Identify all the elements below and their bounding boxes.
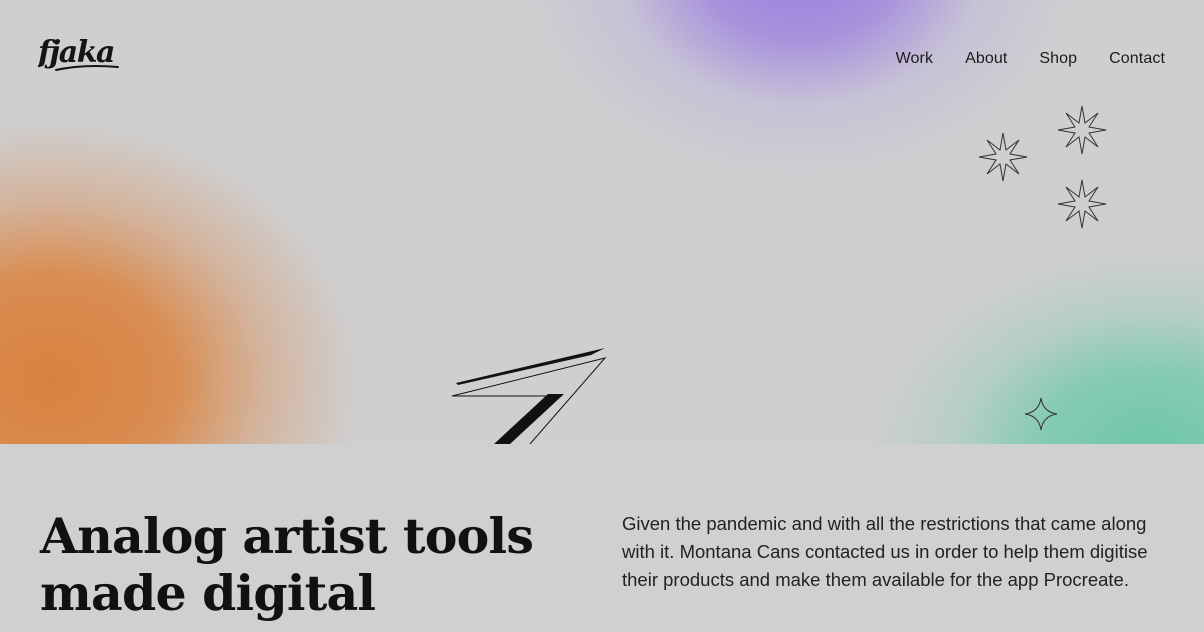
intro-section: Analog artist tools made digital Given t… (0, 444, 1204, 632)
nav-link-work[interactable]: Work (896, 50, 933, 68)
project-description: Given the pandemic and with all the rest… (622, 513, 1148, 590)
logo[interactable]: fjaka (36, 34, 122, 78)
main-nav: Work About Shop Contact (896, 50, 1165, 68)
nav-link-about[interactable]: About (965, 50, 1007, 68)
nav-link-shop[interactable]: Shop (1039, 50, 1077, 68)
logo-wordmark: fjaka (36, 35, 119, 71)
nav-link-contact[interactable]: Contact (1109, 50, 1165, 68)
svg-text:fjaka: fjaka (38, 35, 114, 70)
sparkle-icon (1057, 105, 1107, 155)
arrow-icon (451, 348, 607, 444)
page: fjaka Work About Shop Contact Analog art… (0, 0, 1204, 632)
orange-gradient-blob (0, 120, 360, 444)
small-sparkle-icon (1024, 397, 1058, 431)
sparkle-icon (978, 132, 1028, 182)
hero-section: fjaka Work About Shop Contact (0, 0, 1204, 444)
sparkle-icon (1057, 179, 1107, 229)
page-title: Analog artist tools made digital (40, 507, 534, 622)
